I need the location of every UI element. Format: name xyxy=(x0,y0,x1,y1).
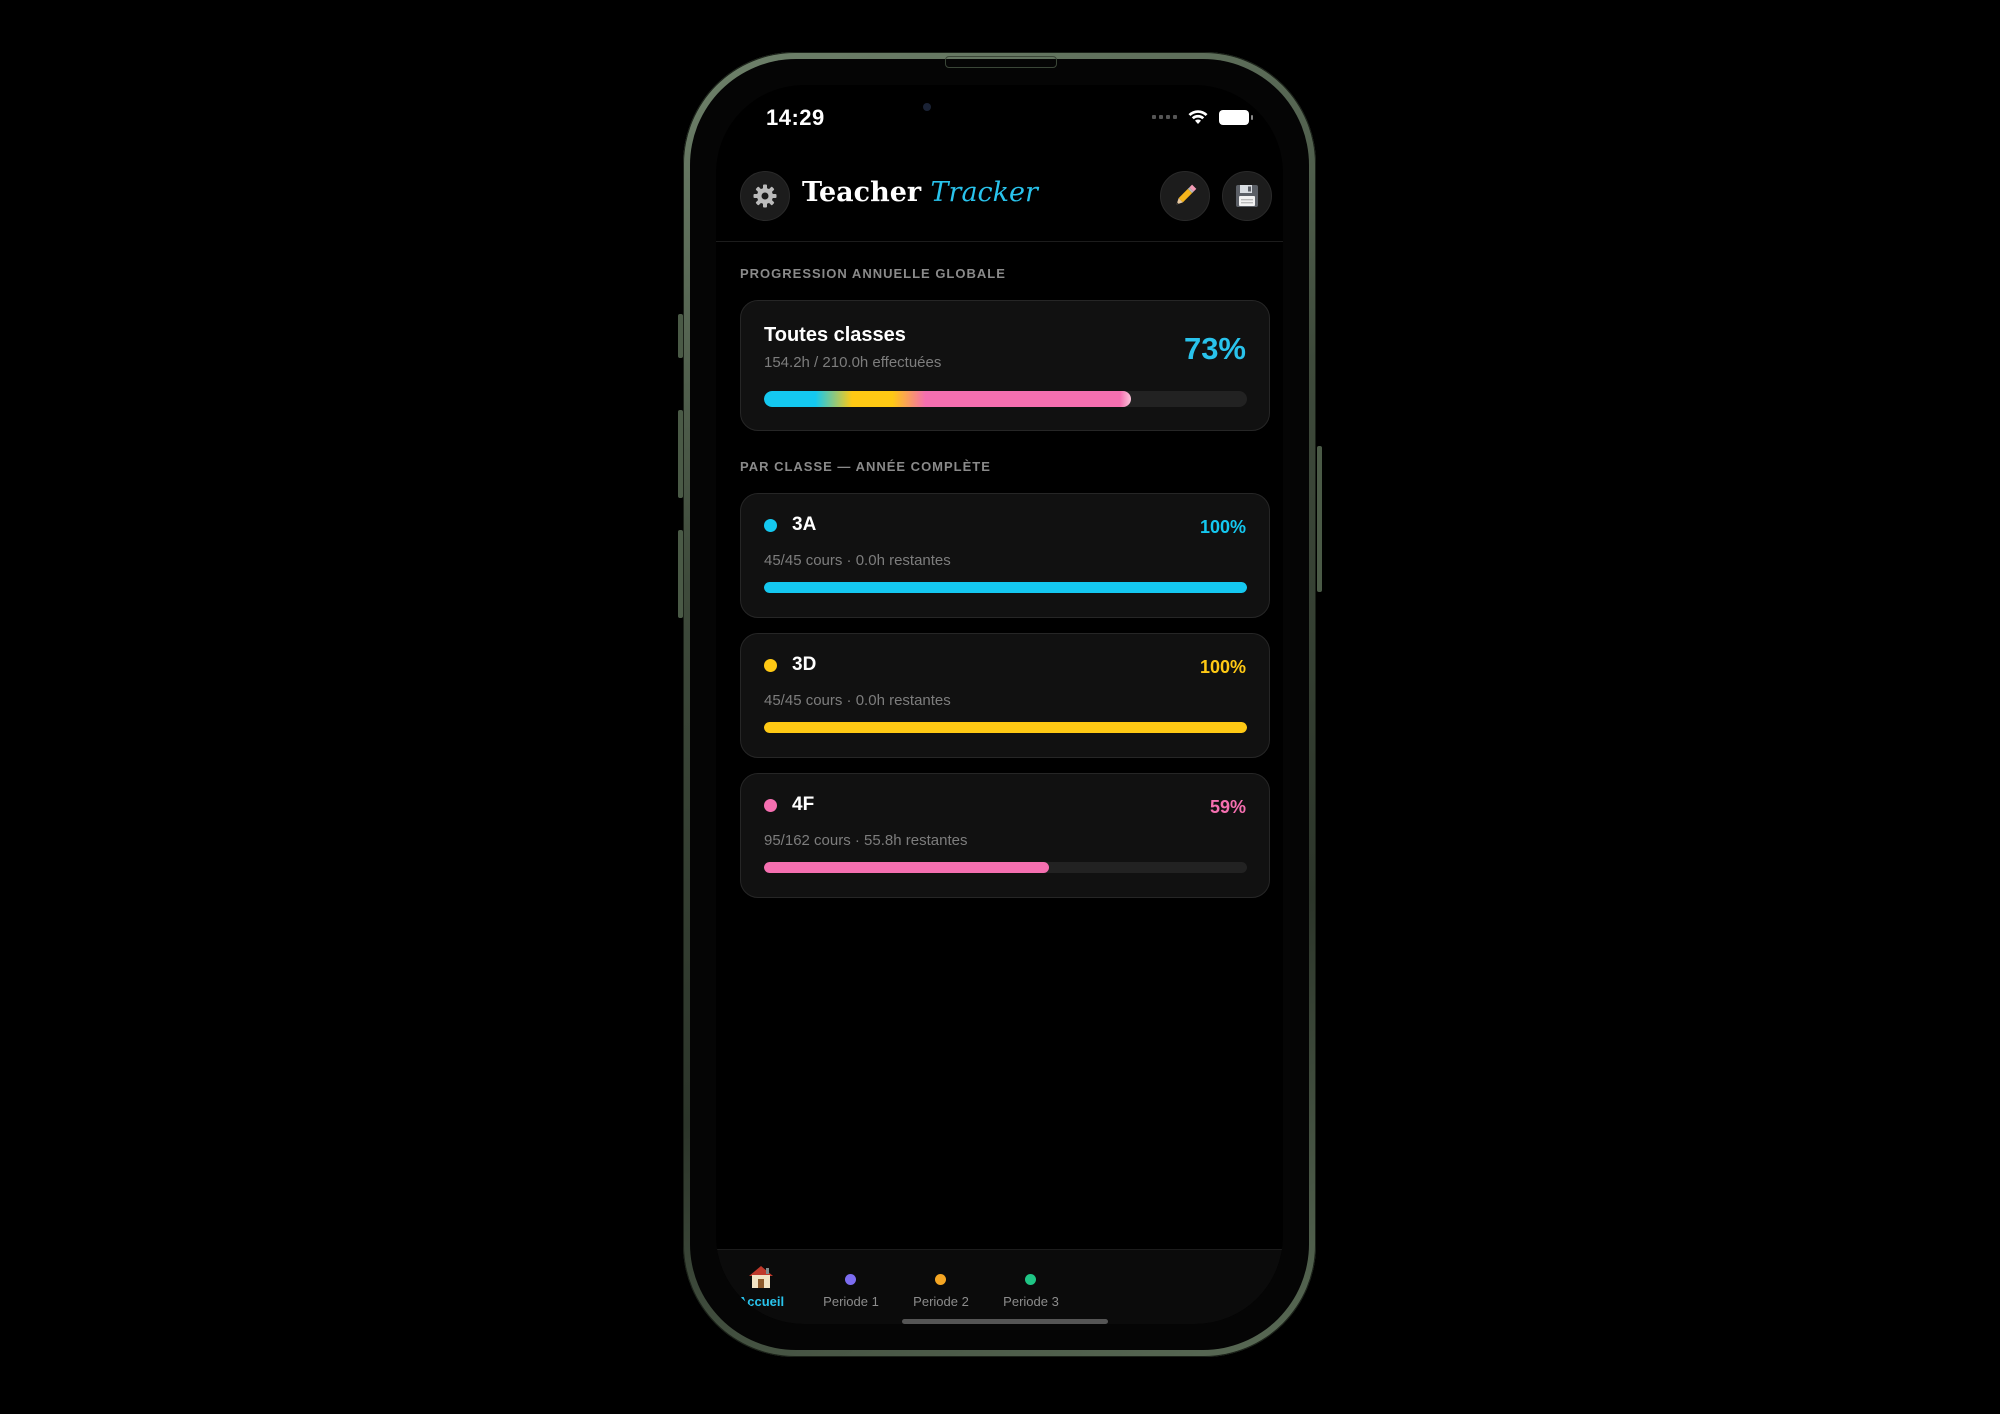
class-progress-fill xyxy=(764,722,1247,733)
phone-frame: 14:29 Teacher Tracker PROGRESSION ANNUEL… xyxy=(683,52,1316,1357)
class-color-dot xyxy=(764,519,777,532)
global-progress-track xyxy=(764,391,1247,407)
dynamic-island xyxy=(889,89,1111,139)
stage: 14:29 Teacher Tracker PROGRESSION ANNUEL… xyxy=(0,0,2000,1414)
class-name: 3A xyxy=(792,514,817,535)
class-percent: 59% xyxy=(1209,797,1246,817)
app-screen: 14:29 Teacher Tracker PROGRESSION ANNUEL… xyxy=(716,85,1283,1324)
save-button[interactable] xyxy=(1222,171,1272,221)
class-percent: 100% xyxy=(1199,517,1246,537)
tab-label: Periode 2 xyxy=(913,1294,969,1309)
tab-bar: Accueil Periode 1 Periode 2 Periode 3 xyxy=(716,1249,1283,1324)
tab-color-dot xyxy=(935,1274,946,1285)
battery-icon xyxy=(1219,109,1253,125)
class-card-3a[interactable]: 3A 100% 45/45 cours · 0.0h restantes xyxy=(740,493,1270,618)
app-title-accent: Tracker xyxy=(930,177,1038,208)
status-icons xyxy=(1152,109,1253,125)
edit-button[interactable] xyxy=(1160,171,1210,221)
class-details: 95/162 cours · 55.8h restantes xyxy=(764,832,968,849)
pencil-icon xyxy=(1176,184,1197,205)
class-progress-track xyxy=(764,862,1247,873)
home-indicator[interactable] xyxy=(902,1319,1108,1324)
tab-periode-1[interactable]: Periode 1 xyxy=(806,1250,896,1324)
class-details: 45/45 cours · 0.0h restantes xyxy=(764,552,951,569)
global-percent: 73% xyxy=(1183,331,1246,366)
tab-label: Accueil xyxy=(737,1294,785,1309)
class-progress-track xyxy=(764,582,1247,593)
floppy-disk-icon xyxy=(1236,185,1258,207)
wifi-icon xyxy=(1188,110,1208,124)
phone-bezel: 14:29 Teacher Tracker PROGRESSION ANNUEL… xyxy=(690,59,1309,1350)
status-time: 14:29 xyxy=(766,105,825,130)
app-header: Teacher Tracker xyxy=(716,163,1283,242)
class-color-dot xyxy=(764,799,777,812)
speaker-grille xyxy=(945,56,1057,68)
camera-icon xyxy=(923,103,931,111)
cellular-signal-icon xyxy=(1152,115,1177,119)
house-icon xyxy=(716,1264,806,1295)
class-color-dot xyxy=(764,659,777,672)
tab-color-dot xyxy=(845,1274,856,1285)
section-label-classes: PAR CLASSE — ANNÉE COMPLÈTE xyxy=(740,459,991,474)
global-card-title: Toutes classes xyxy=(764,324,906,346)
class-percent: 100% xyxy=(1199,657,1246,677)
class-progress-fill xyxy=(764,862,1049,873)
class-card-3d[interactable]: 3D 100% 45/45 cours · 0.0h restantes xyxy=(740,633,1270,758)
settings-button[interactable] xyxy=(740,171,790,221)
class-progress-track xyxy=(764,722,1247,733)
class-progress-fill xyxy=(764,582,1247,593)
power-button xyxy=(1317,446,1322,592)
tab-periode-2[interactable]: Periode 2 xyxy=(896,1250,986,1324)
tab-accueil[interactable]: Accueil xyxy=(716,1250,806,1324)
global-progress-fill xyxy=(764,391,1132,407)
global-progress-card[interactable]: Toutes classes 154.2h / 210.0h effectuée… xyxy=(740,300,1270,431)
app-title: Teacher Tracker xyxy=(802,177,1038,208)
section-label-global: PROGRESSION ANNUELLE GLOBALE xyxy=(740,266,1006,281)
global-card-subtitle: 154.2h / 210.0h effectuées xyxy=(764,354,942,371)
class-details: 45/45 cours · 0.0h restantes xyxy=(764,692,951,709)
tab-periode-3[interactable]: Periode 3 xyxy=(986,1250,1076,1324)
class-name: 3D xyxy=(792,654,817,675)
app-title-main: Teacher xyxy=(802,177,922,208)
class-card-4f[interactable]: 4F 59% 95/162 cours · 55.8h restantes xyxy=(740,773,1270,898)
class-name: 4F xyxy=(792,794,815,815)
tab-label: Periode 3 xyxy=(1003,1294,1059,1309)
tab-label: Periode 1 xyxy=(823,1294,879,1309)
gear-icon xyxy=(753,184,777,208)
tab-color-dot xyxy=(1025,1274,1036,1285)
